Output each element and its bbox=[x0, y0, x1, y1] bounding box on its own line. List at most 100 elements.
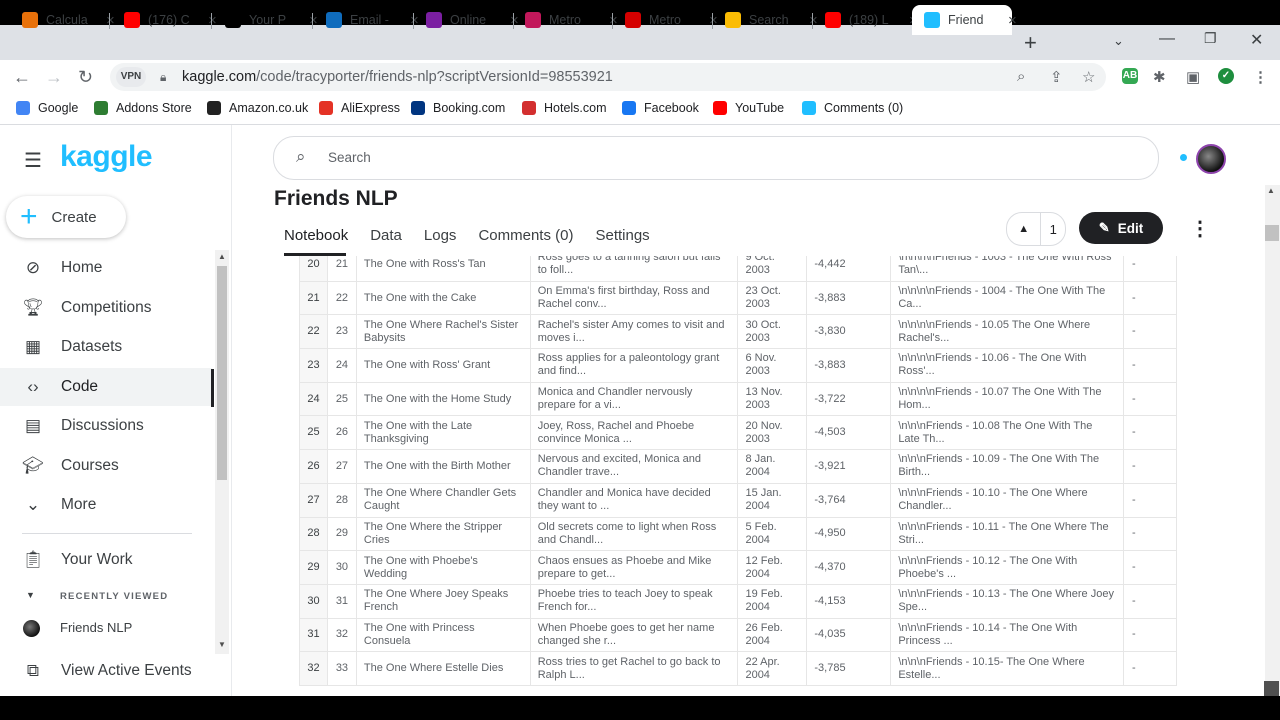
tab-data[interactable]: Data bbox=[370, 227, 402, 244]
table-row: 23 24 The One with Ross' Grant Ross applies… bbox=[299, 348, 1177, 383]
tab-close-icon[interactable]: × bbox=[1008, 12, 1017, 29]
sidebar-item-more[interactable]: ⌄ More bbox=[0, 486, 212, 524]
metro-tab-icon bbox=[525, 12, 541, 28]
bookmark-label: Addons Store bbox=[116, 101, 192, 115]
lock-icon[interactable]: 🔒︎ bbox=[160, 70, 166, 85]
forward-icon[interactable]: → bbox=[45, 67, 63, 88]
bookmark-item[interactable]: Hotels.com bbox=[522, 101, 607, 115]
tab-notebook[interactable]: Notebook bbox=[284, 227, 348, 244]
bottom-letterbox bbox=[0, 696, 1280, 720]
browser-tab[interactable]: Email - × bbox=[314, 5, 419, 35]
browser-tab[interactable]: Online × bbox=[414, 5, 519, 35]
metro-m-tab-icon bbox=[625, 12, 641, 28]
table-cell: 13 Nov. 2003 bbox=[737, 381, 808, 417]
table-cell: -4,950 bbox=[806, 516, 892, 552]
upvote-arrow-icon[interactable]: ▲ bbox=[1007, 213, 1042, 245]
tab-search-chevron-icon[interactable]: ⌄ bbox=[1113, 33, 1124, 49]
bookmark-label: Hotels.com bbox=[544, 101, 607, 115]
create-label: Create bbox=[51, 208, 97, 226]
sidebar-item-your-work[interactable]: 📋︎ Your Work bbox=[0, 541, 212, 579]
output-table-container[interactable]: 20 21 The One with Ross's Tan Ross goes to … bbox=[299, 256, 1177, 696]
table-cell: - bbox=[1123, 583, 1177, 619]
bookmark-item[interactable]: Amazon.co.uk bbox=[207, 101, 308, 115]
vpn-badge[interactable]: VPN bbox=[116, 67, 146, 87]
table-cell: 23 bbox=[326, 314, 357, 350]
sidebar-item-view-active-events[interactable]: ⧉ View Active Events bbox=[0, 652, 212, 690]
table-cell: 28 bbox=[299, 516, 328, 552]
tab-logs[interactable]: Logs bbox=[424, 227, 457, 244]
browser-tab[interactable]: Friend × bbox=[912, 5, 1017, 35]
page-scroll-up-icon[interactable]: ▲ bbox=[1267, 186, 1275, 195]
sidebar-scroll-thumb[interactable] bbox=[217, 266, 227, 480]
browser-tab[interactable]: Your P × bbox=[213, 5, 318, 35]
bookmark-item[interactable]: Comments (0) bbox=[802, 101, 903, 115]
page-scrollbar[interactable] bbox=[1265, 185, 1280, 696]
youtube-tab-icon bbox=[825, 12, 841, 28]
table-cell: 12 Feb. 2004 bbox=[737, 550, 808, 585]
sidebar-item-courses[interactable]: 🎓︎ Courses bbox=[0, 447, 212, 485]
browser-tab[interactable]: Metro × bbox=[513, 5, 618, 35]
close-window-icon[interactable]: ✕ bbox=[1250, 30, 1263, 50]
back-icon[interactable]: ← bbox=[13, 67, 31, 88]
collapse-caret-icon[interactable]: ▼ bbox=[26, 590, 35, 600]
bookmark-item[interactable]: YouTube bbox=[713, 101, 784, 115]
restore-icon[interactable]: ❐ bbox=[1204, 30, 1217, 47]
notebook-tabs: Notebook Data Logs Comments (0) Settings bbox=[284, 227, 672, 244]
extensions-puzzle-icon[interactable]: ✱ bbox=[1153, 68, 1166, 86]
table-cell: -3,830 bbox=[806, 314, 892, 350]
browser-tab[interactable]: Metro × bbox=[613, 5, 718, 35]
side-panel-icon[interactable]: ▣ bbox=[1186, 68, 1200, 86]
sidebar-item-discussions[interactable]: ▤ Discussions bbox=[0, 407, 212, 445]
kaggle-logo[interactable]: kaggle bbox=[60, 140, 153, 174]
tab-comments[interactable]: Comments (0) bbox=[478, 227, 573, 244]
kaggle-search-input[interactable]: ⌕ Search bbox=[273, 136, 1159, 180]
hamburger-menu-icon[interactable]: ☰ bbox=[24, 148, 42, 173]
sidebar-item-label: Datasets bbox=[61, 338, 123, 355]
trophy-icon: 🏆︎ bbox=[22, 298, 44, 317]
bookmark-item[interactable]: Booking.com bbox=[411, 101, 505, 115]
tab-separator bbox=[312, 13, 313, 29]
bookmark-item[interactable]: AliExpress bbox=[319, 101, 400, 115]
sidebar-item-competitions[interactable]: 🏆︎ Competitions bbox=[0, 289, 212, 327]
browser-tab[interactable]: Calcula × bbox=[10, 5, 115, 35]
google-icon bbox=[16, 101, 30, 115]
tab-separator bbox=[109, 13, 110, 29]
share-icon[interactable]: ⇪ bbox=[1050, 68, 1063, 86]
sidebar-item-home[interactable]: ⊘ Home bbox=[0, 249, 212, 287]
sidebar-scroll-down-icon[interactable]: ▼ bbox=[218, 640, 226, 649]
bookmark-star-icon[interactable]: ☆ bbox=[1082, 68, 1095, 86]
recent-item-friends-nlp[interactable]: Friends NLP bbox=[60, 620, 132, 635]
browser-menu-icon[interactable]: ⋮ bbox=[1253, 68, 1268, 86]
more-options-icon[interactable]: ⋮ bbox=[1190, 216, 1210, 241]
table-cell: -4,035 bbox=[806, 617, 892, 653]
browser-tab[interactable]: (189) L× bbox=[813, 5, 918, 35]
minimize-icon[interactable]: — bbox=[1159, 30, 1175, 48]
table-cell: 32 bbox=[299, 651, 328, 686]
page-scroll-thumb[interactable] bbox=[1265, 225, 1279, 241]
reload-icon[interactable]: ↻ bbox=[78, 67, 93, 88]
bookmark-item[interactable]: Addons Store bbox=[94, 101, 192, 115]
create-button[interactable]: + Create bbox=[6, 196, 126, 238]
edit-button[interactable]: ✎ Edit bbox=[1079, 212, 1163, 244]
browser-tab[interactable]: (176) C × bbox=[112, 5, 217, 35]
bookmark-item[interactable]: Google bbox=[16, 101, 78, 115]
recently-viewed-header: RECENTLY VIEWED bbox=[60, 591, 169, 602]
table-cell: 8 Jan. 2004 bbox=[737, 449, 808, 484]
sidebar-item-datasets[interactable]: ▦ Datasets bbox=[0, 328, 212, 366]
user-avatar[interactable] bbox=[1196, 144, 1226, 174]
table-cell: 22 Apr. 2004 bbox=[737, 651, 808, 686]
bookmark-item[interactable]: Facebook bbox=[622, 101, 699, 115]
table-cell: 23 Oct. 2003 bbox=[737, 280, 808, 316]
url-text[interactable]: kaggle.com/code/tracyporter/friends-nlp?… bbox=[182, 69, 613, 85]
sidebar-item-code[interactable]: ‹› Code bbox=[0, 368, 212, 406]
tab-settings[interactable]: Settings bbox=[595, 227, 649, 244]
table-cell: The One with Ross's Tan bbox=[355, 256, 531, 282]
browser-tab[interactable]: Search × bbox=[713, 5, 818, 35]
new-tab-icon[interactable]: + bbox=[1024, 30, 1037, 56]
upvote-control[interactable]: ▲ 1 bbox=[1006, 212, 1066, 246]
zoom-icon[interactable]: ⌕ bbox=[1017, 68, 1025, 85]
tab-title: Email - bbox=[350, 13, 389, 27]
shield-extension-icon[interactable]: ✓ bbox=[1218, 68, 1234, 84]
sidebar-scroll-up-icon[interactable]: ▲ bbox=[218, 252, 226, 261]
adblock-extension-icon[interactable]: AB bbox=[1122, 68, 1138, 84]
